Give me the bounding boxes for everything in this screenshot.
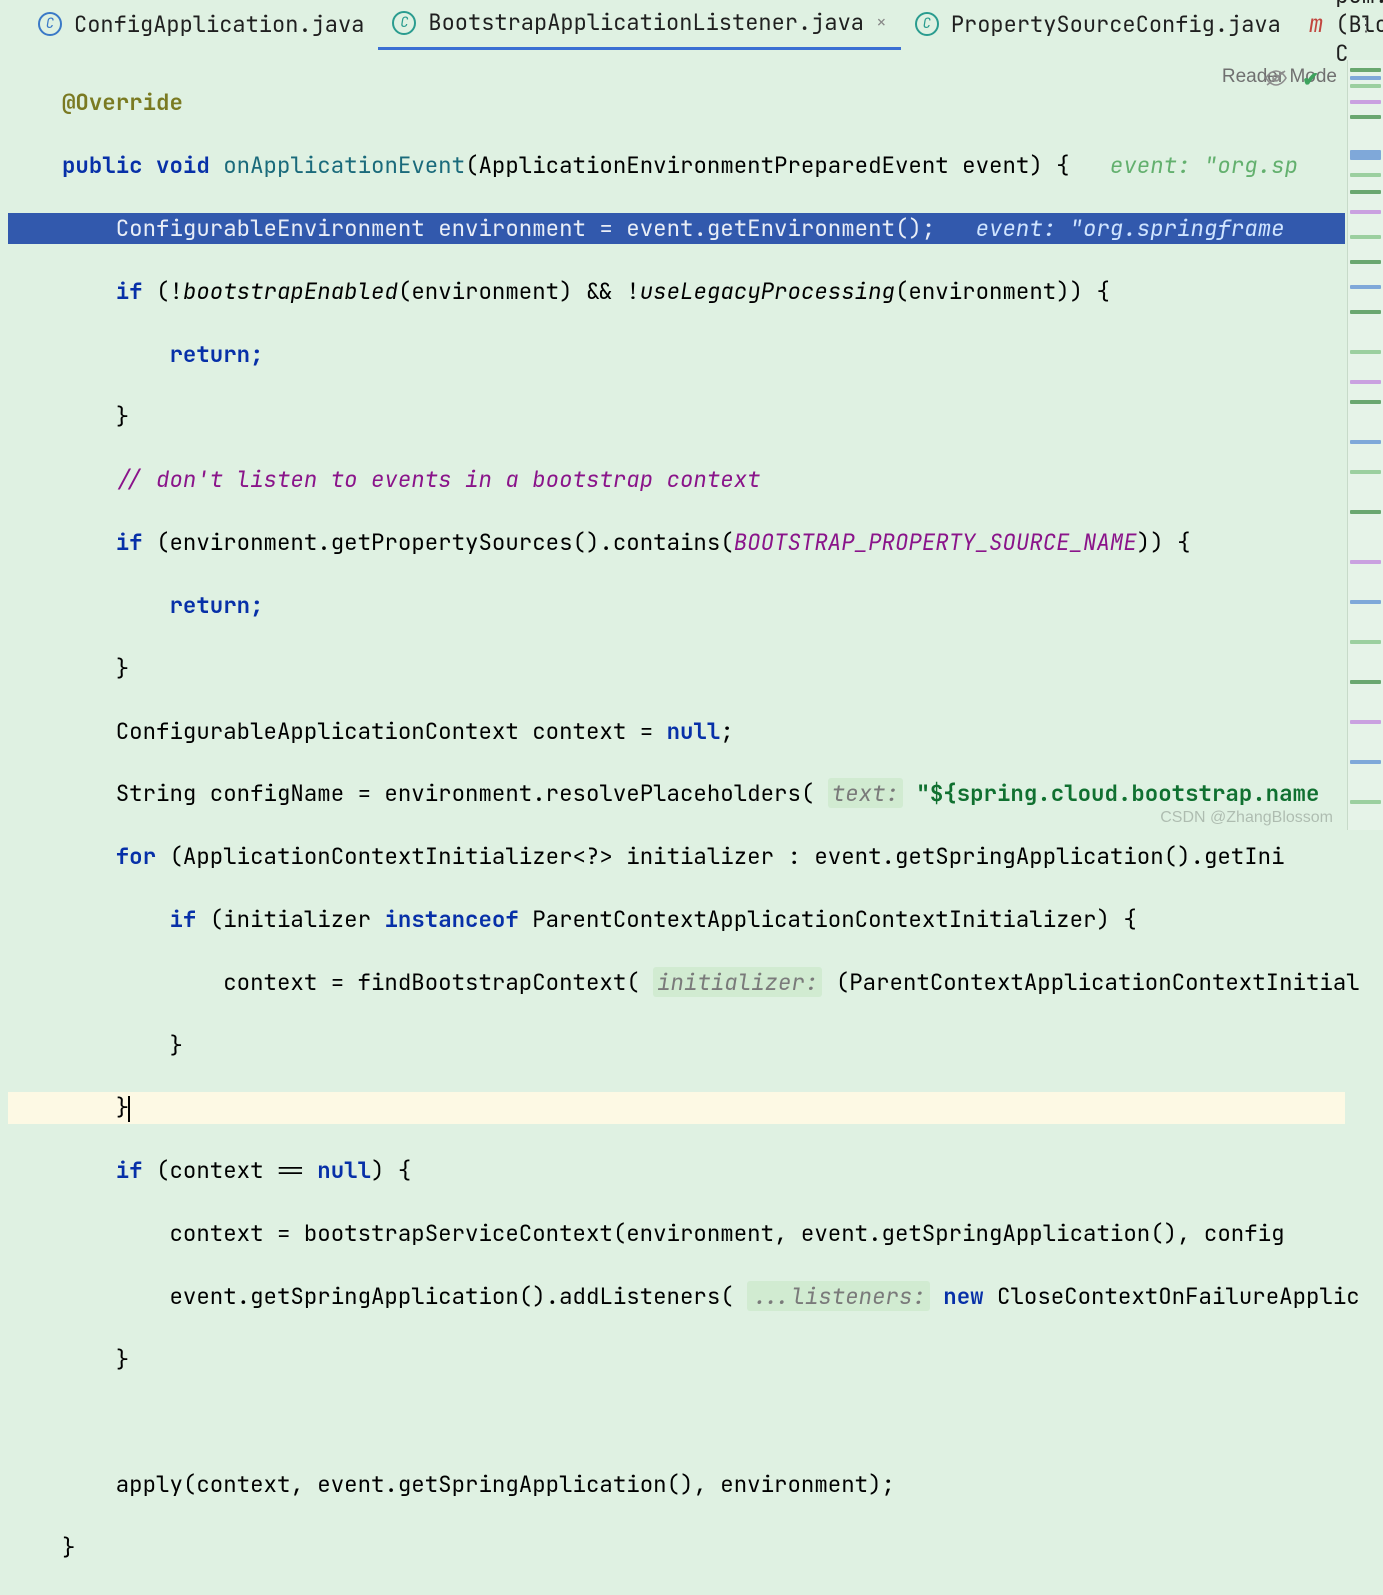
- code-line: }: [8, 1344, 1345, 1375]
- code-line-cursor: }: [8, 1092, 1345, 1123]
- watermark: CSDN @ZhangBlossom: [1160, 809, 1333, 827]
- tab-config-application[interactable]: C ConfigApplication.java: [24, 4, 378, 49]
- code-line: for (ApplicationContextInitializer<?> in…: [8, 841, 1345, 872]
- java-class-icon: C: [392, 11, 416, 35]
- tab-bar: C ConfigApplication.java C BootstrapAppl…: [0, 4, 1383, 48]
- code-line: [8, 1406, 1345, 1437]
- maven-icon: m: [1309, 9, 1323, 40]
- close-icon[interactable]: ×: [876, 11, 887, 34]
- minimap[interactable]: [1347, 60, 1383, 830]
- code-line: // don't listen to events in a bootstrap…: [8, 464, 1345, 495]
- code-line: }: [8, 653, 1345, 684]
- code-line: public void onApplicationEvent(Applicati…: [8, 150, 1345, 181]
- tab-label: ConfigApplication.java: [74, 10, 364, 39]
- code-line: return;: [8, 339, 1345, 370]
- java-class-icon: C: [38, 12, 62, 36]
- more-icon[interactable]: ⋮: [1357, 14, 1377, 37]
- code-line: }: [8, 1532, 1345, 1563]
- tab-property-source-config[interactable]: C PropertySourceConfig.java: [901, 4, 1295, 49]
- code-line: event.getSpringApplication().addListener…: [8, 1281, 1345, 1312]
- editor[interactable]: @Override public void onApplicationEvent…: [0, 56, 1345, 833]
- tab-label: BootstrapApplicationListener.java: [428, 8, 864, 37]
- code-line: ifif (initializer (initializer instanceo…: [8, 904, 1345, 935]
- java-class-icon: C: [915, 12, 939, 36]
- code-line: @Override: [8, 87, 1345, 118]
- tab-bootstrap-listener[interactable]: C BootstrapApplicationListener.java ×: [378, 2, 900, 50]
- text-caret: [128, 1096, 130, 1122]
- tab-label: PropertySourceConfig.java: [951, 10, 1281, 39]
- code-line: context = bootstrapServiceContext(enviro…: [8, 1218, 1345, 1249]
- code-line: ConfigurableApplicationContext context =…: [8, 716, 1345, 747]
- code-line: if if (environment.getPropertySources().…: [8, 527, 1345, 558]
- code-line-selected: ConfigurableEnvironment environment = ev…: [8, 213, 1345, 244]
- code-line: context = findBootstrapContext( initiali…: [8, 967, 1345, 998]
- code-line: return;: [8, 590, 1345, 621]
- code-line: if (!bootstrapEnabled(environment) && !u…: [8, 276, 1345, 307]
- code-line: apply(context, event.getSpringApplicatio…: [8, 1469, 1345, 1500]
- code-line: }: [8, 401, 1345, 432]
- code-line: }: [8, 1030, 1345, 1061]
- code-line: if (context == null) {: [8, 1155, 1345, 1186]
- code-line: String configName = environment.resolveP…: [8, 778, 1345, 809]
